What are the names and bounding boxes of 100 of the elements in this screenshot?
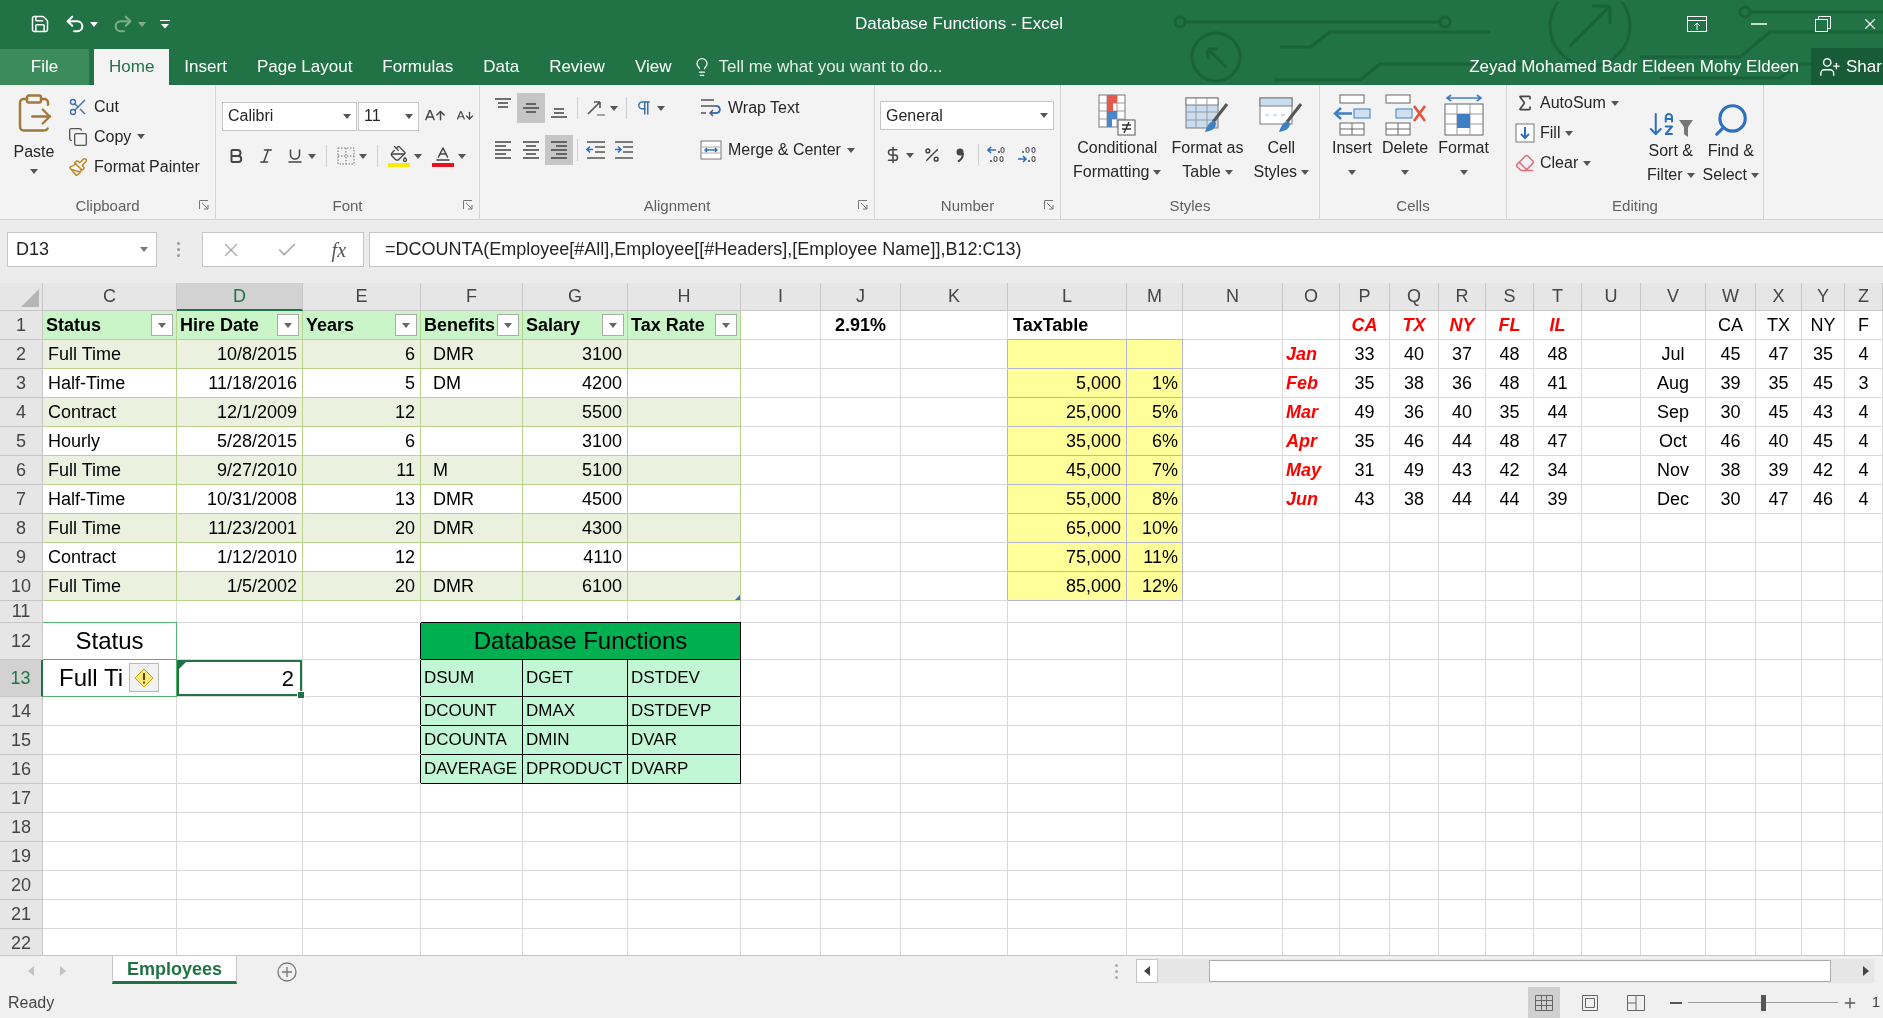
ribbon-tab[interactable]: Page Layout: [241, 49, 368, 85]
share-button[interactable]: Shar: [1811, 48, 1883, 85]
column-header[interactable]: K: [901, 283, 1008, 311]
vertical-align-button[interactable]: [517, 93, 545, 123]
fill-button[interactable]: Fill: [1515, 118, 1641, 148]
filter-dropdown-button[interactable]: [151, 314, 173, 336]
zoom-slider-thumb[interactable]: [1760, 994, 1766, 1011]
ribbon-tab[interactable]: Insert: [169, 49, 242, 85]
ribbon-tab[interactable]: Formulas: [367, 49, 469, 85]
delete-cells-button[interactable]: Delete: [1378, 85, 1433, 189]
insert-function-button[interactable]: fx: [331, 239, 347, 260]
row-header[interactable]: 13: [0, 660, 43, 697]
row-header[interactable]: 8: [0, 514, 43, 543]
column-header[interactable]: U: [1582, 283, 1641, 311]
splitter-handle-icon[interactable]: [1115, 964, 1118, 979]
row-header[interactable]: 11: [0, 601, 43, 623]
scroll-left-button[interactable]: [1136, 959, 1158, 983]
column-header[interactable]: X: [1756, 283, 1802, 311]
column-header[interactable]: M: [1127, 283, 1183, 311]
conditional-formatting-button[interactable]: Conditional Formatting: [1069, 85, 1166, 189]
cell-styles-button[interactable]: Cell Styles: [1249, 85, 1314, 189]
row-header[interactable]: 9: [0, 543, 43, 572]
dialog-launcher-icon[interactable]: [1044, 200, 1054, 210]
copy-button[interactable]: Copy: [68, 122, 204, 151]
filter-dropdown-button[interactable]: [602, 314, 624, 336]
zoom-out-button[interactable]: [1669, 1001, 1682, 1004]
row-header[interactable]: 19: [0, 842, 43, 871]
wrap-text-button[interactable]: Wrap Text: [698, 93, 857, 123]
row-header[interactable]: 17: [0, 784, 43, 813]
column-header[interactable]: L: [1008, 283, 1127, 311]
column-header[interactable]: C: [43, 283, 177, 311]
row-header[interactable]: 7: [0, 485, 43, 514]
row-header[interactable]: 6: [0, 456, 43, 485]
cut-button[interactable]: Cut: [68, 92, 204, 121]
zoom-slider[interactable]: [1687, 994, 1838, 1011]
column-header[interactable]: Z: [1845, 283, 1883, 311]
row-header[interactable]: 1: [0, 311, 43, 340]
sort-filter-button[interactable]: Sort & Filter: [1645, 88, 1697, 192]
font-size-dropdown[interactable]: 11: [358, 101, 419, 131]
column-header[interactable]: F: [421, 283, 523, 311]
filter-dropdown-button[interactable]: [277, 314, 299, 336]
row-header[interactable]: 14: [0, 697, 43, 726]
column-header[interactable]: G: [523, 283, 628, 311]
view-button[interactable]: [1527, 987, 1560, 1018]
row-header[interactable]: 4: [0, 398, 43, 427]
tell-me-field[interactable]: Tell me what you want to do...: [718, 54, 984, 80]
ribbon-tab[interactable]: Review: [534, 49, 620, 85]
row-header[interactable]: 12: [0, 623, 43, 660]
name-box[interactable]: D13: [7, 232, 157, 267]
column-header[interactable]: P: [1340, 283, 1390, 311]
column-header[interactable]: E: [303, 283, 421, 311]
merge-center-button[interactable]: Merge & Center: [698, 135, 857, 165]
formula-field[interactable]: =DCOUNTA(Employee[#All],Employee[[#Headers],[Employee Name]],B12:C13): [369, 232, 1883, 267]
file-tab[interactable]: File: [0, 49, 89, 85]
ribbon-tab[interactable]: Home: [94, 49, 170, 85]
fill-handle[interactable]: [297, 691, 305, 699]
insert-cells-button[interactable]: Insert: [1328, 85, 1376, 189]
column-header[interactable]: R: [1439, 283, 1486, 311]
warning-icon[interactable]: [129, 663, 159, 692]
dialog-launcher-icon[interactable]: [463, 200, 473, 210]
sheet-tab[interactable]: Employees: [112, 956, 237, 984]
ribbon-tab[interactable]: Data: [468, 49, 535, 85]
column-header[interactable]: Q: [1390, 283, 1439, 311]
column-header[interactable]: I: [741, 283, 821, 311]
column-header[interactable]: W: [1706, 283, 1756, 311]
dialog-launcher-icon[interactable]: [858, 200, 868, 210]
row-header[interactable]: 22: [0, 929, 43, 955]
column-header[interactable]: N: [1183, 283, 1283, 311]
ribbon-tab[interactable]: View: [619, 49, 687, 85]
scrollbar-thumb[interactable]: [1209, 960, 1831, 982]
horizontal-align-button[interactable]: [545, 135, 573, 165]
horizontal-scrollbar[interactable]: [1158, 959, 1858, 983]
column-header[interactable]: V: [1641, 283, 1706, 311]
row-header[interactable]: 16: [0, 755, 43, 784]
row-header[interactable]: 18: [0, 813, 43, 842]
paste-button[interactable]: Paste: [6, 90, 62, 190]
dialog-launcher-icon[interactable]: [199, 200, 209, 210]
number-format-dropdown[interactable]: General: [880, 101, 1054, 130]
find-select-button[interactable]: Find & Select: [1700, 88, 1762, 192]
row-header[interactable]: 3: [0, 369, 43, 398]
scroll-right-button[interactable]: [1858, 959, 1874, 983]
splitter-handle-icon[interactable]: [177, 242, 180, 257]
column-header[interactable]: S: [1486, 283, 1534, 311]
filter-dropdown-button[interactable]: [395, 314, 417, 336]
row-header[interactable]: 20: [0, 871, 43, 900]
autosum-button[interactable]: AutoSum: [1515, 88, 1641, 118]
format-as-table-button[interactable]: Format as Table: [1167, 85, 1248, 189]
filter-dropdown-button[interactable]: [715, 314, 737, 336]
format-painter-button[interactable]: Format Painter: [68, 152, 204, 181]
column-header[interactable]: O: [1283, 283, 1340, 311]
column-header[interactable]: T: [1534, 283, 1582, 311]
column-header[interactable]: H: [628, 283, 741, 311]
add-sheet-button[interactable]: [277, 962, 297, 982]
row-header[interactable]: 2: [0, 340, 43, 369]
column-header[interactable]: J: [821, 283, 901, 311]
row-header[interactable]: 15: [0, 726, 43, 755]
format-cells-button[interactable]: Format: [1434, 85, 1493, 189]
column-header[interactable]: D: [177, 283, 303, 311]
column-header[interactable]: Y: [1802, 283, 1845, 311]
clear-button[interactable]: Clear: [1515, 148, 1641, 178]
